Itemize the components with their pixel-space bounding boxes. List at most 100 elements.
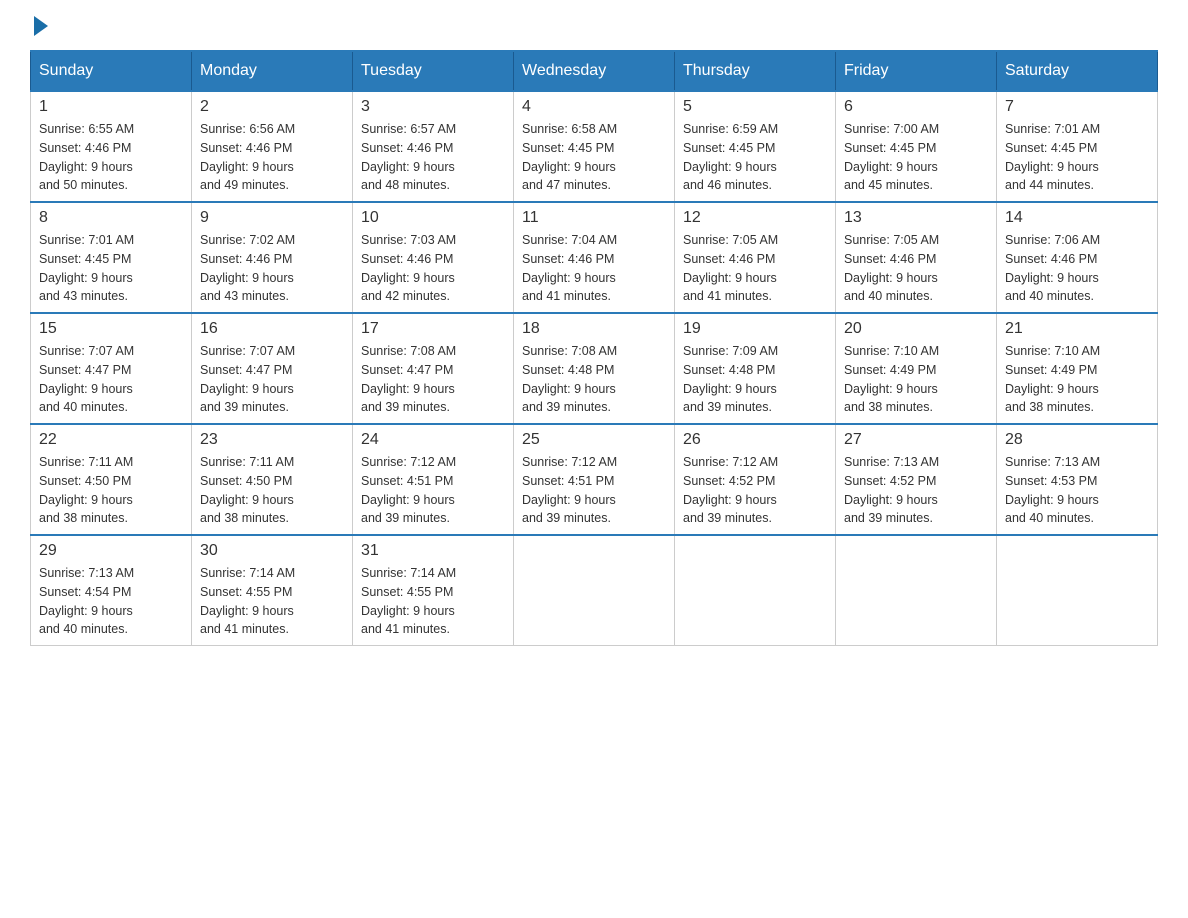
calendar-cell — [836, 535, 997, 646]
day-number: 22 — [39, 431, 183, 449]
calendar-cell — [514, 535, 675, 646]
day-info: Sunrise: 7:05 AMSunset: 4:46 PMDaylight:… — [844, 231, 988, 306]
day-number: 6 — [844, 98, 988, 116]
calendar-cell: 20 Sunrise: 7:10 AMSunset: 4:49 PMDaylig… — [836, 313, 997, 424]
day-number: 19 — [683, 320, 827, 338]
day-info: Sunrise: 7:12 AMSunset: 4:51 PMDaylight:… — [361, 453, 505, 528]
day-info: Sunrise: 7:03 AMSunset: 4:46 PMDaylight:… — [361, 231, 505, 306]
calendar-cell: 4 Sunrise: 6:58 AMSunset: 4:45 PMDayligh… — [514, 91, 675, 202]
day-number: 29 — [39, 542, 183, 560]
day-info: Sunrise: 6:55 AMSunset: 4:46 PMDaylight:… — [39, 120, 183, 195]
day-number: 23 — [200, 431, 344, 449]
weekday-header-row: SundayMondayTuesdayWednesdayThursdayFrid… — [31, 51, 1158, 91]
calendar-cell: 7 Sunrise: 7:01 AMSunset: 4:45 PMDayligh… — [997, 91, 1158, 202]
day-info: Sunrise: 7:08 AMSunset: 4:47 PMDaylight:… — [361, 342, 505, 417]
calendar-cell: 30 Sunrise: 7:14 AMSunset: 4:55 PMDaylig… — [192, 535, 353, 646]
calendar-table: SundayMondayTuesdayWednesdayThursdayFrid… — [30, 50, 1158, 646]
calendar-cell: 13 Sunrise: 7:05 AMSunset: 4:46 PMDaylig… — [836, 202, 997, 313]
calendar-cell: 21 Sunrise: 7:10 AMSunset: 4:49 PMDaylig… — [997, 313, 1158, 424]
day-info: Sunrise: 6:58 AMSunset: 4:45 PMDaylight:… — [522, 120, 666, 195]
day-number: 7 — [1005, 98, 1149, 116]
day-number: 17 — [361, 320, 505, 338]
day-number: 27 — [844, 431, 988, 449]
day-number: 28 — [1005, 431, 1149, 449]
calendar-cell: 2 Sunrise: 6:56 AMSunset: 4:46 PMDayligh… — [192, 91, 353, 202]
weekday-header-tuesday: Tuesday — [353, 51, 514, 91]
day-info: Sunrise: 7:01 AMSunset: 4:45 PMDaylight:… — [39, 231, 183, 306]
day-number: 13 — [844, 209, 988, 227]
calendar-cell: 8 Sunrise: 7:01 AMSunset: 4:45 PMDayligh… — [31, 202, 192, 313]
day-info: Sunrise: 7:06 AMSunset: 4:46 PMDaylight:… — [1005, 231, 1149, 306]
day-info: Sunrise: 7:07 AMSunset: 4:47 PMDaylight:… — [200, 342, 344, 417]
day-number: 15 — [39, 320, 183, 338]
day-number: 2 — [200, 98, 344, 116]
day-info: Sunrise: 7:10 AMSunset: 4:49 PMDaylight:… — [844, 342, 988, 417]
day-number: 11 — [522, 209, 666, 227]
page-header — [30, 20, 1158, 30]
day-number: 12 — [683, 209, 827, 227]
day-number: 18 — [522, 320, 666, 338]
day-info: Sunrise: 7:05 AMSunset: 4:46 PMDaylight:… — [683, 231, 827, 306]
calendar-cell: 31 Sunrise: 7:14 AMSunset: 4:55 PMDaylig… — [353, 535, 514, 646]
day-number: 10 — [361, 209, 505, 227]
day-number: 9 — [200, 209, 344, 227]
calendar-cell: 5 Sunrise: 6:59 AMSunset: 4:45 PMDayligh… — [675, 91, 836, 202]
day-info: Sunrise: 7:10 AMSunset: 4:49 PMDaylight:… — [1005, 342, 1149, 417]
day-info: Sunrise: 7:14 AMSunset: 4:55 PMDaylight:… — [361, 564, 505, 639]
day-info: Sunrise: 7:07 AMSunset: 4:47 PMDaylight:… — [39, 342, 183, 417]
day-info: Sunrise: 7:01 AMSunset: 4:45 PMDaylight:… — [1005, 120, 1149, 195]
calendar-cell: 29 Sunrise: 7:13 AMSunset: 4:54 PMDaylig… — [31, 535, 192, 646]
day-info: Sunrise: 7:13 AMSunset: 4:54 PMDaylight:… — [39, 564, 183, 639]
calendar-cell: 3 Sunrise: 6:57 AMSunset: 4:46 PMDayligh… — [353, 91, 514, 202]
weekday-header-wednesday: Wednesday — [514, 51, 675, 91]
day-number: 31 — [361, 542, 505, 560]
weekday-header-thursday: Thursday — [675, 51, 836, 91]
day-number: 16 — [200, 320, 344, 338]
day-info: Sunrise: 7:12 AMSunset: 4:51 PMDaylight:… — [522, 453, 666, 528]
day-number: 4 — [522, 98, 666, 116]
day-number: 25 — [522, 431, 666, 449]
calendar-cell: 26 Sunrise: 7:12 AMSunset: 4:52 PMDaylig… — [675, 424, 836, 535]
day-info: Sunrise: 7:08 AMSunset: 4:48 PMDaylight:… — [522, 342, 666, 417]
calendar-week-row: 1 Sunrise: 6:55 AMSunset: 4:46 PMDayligh… — [31, 91, 1158, 202]
weekday-header-saturday: Saturday — [997, 51, 1158, 91]
calendar-cell: 23 Sunrise: 7:11 AMSunset: 4:50 PMDaylig… — [192, 424, 353, 535]
day-info: Sunrise: 7:11 AMSunset: 4:50 PMDaylight:… — [200, 453, 344, 528]
calendar-cell: 11 Sunrise: 7:04 AMSunset: 4:46 PMDaylig… — [514, 202, 675, 313]
calendar-cell: 12 Sunrise: 7:05 AMSunset: 4:46 PMDaylig… — [675, 202, 836, 313]
logo-triangle-icon — [34, 16, 48, 36]
day-info: Sunrise: 7:13 AMSunset: 4:53 PMDaylight:… — [1005, 453, 1149, 528]
calendar-cell: 22 Sunrise: 7:11 AMSunset: 4:50 PMDaylig… — [31, 424, 192, 535]
day-number: 21 — [1005, 320, 1149, 338]
day-number: 14 — [1005, 209, 1149, 227]
day-info: Sunrise: 7:12 AMSunset: 4:52 PMDaylight:… — [683, 453, 827, 528]
calendar-cell — [675, 535, 836, 646]
calendar-cell: 25 Sunrise: 7:12 AMSunset: 4:51 PMDaylig… — [514, 424, 675, 535]
calendar-week-row: 22 Sunrise: 7:11 AMSunset: 4:50 PMDaylig… — [31, 424, 1158, 535]
day-number: 20 — [844, 320, 988, 338]
day-number: 24 — [361, 431, 505, 449]
weekday-header-monday: Monday — [192, 51, 353, 91]
day-info: Sunrise: 7:02 AMSunset: 4:46 PMDaylight:… — [200, 231, 344, 306]
day-number: 3 — [361, 98, 505, 116]
calendar-cell: 14 Sunrise: 7:06 AMSunset: 4:46 PMDaylig… — [997, 202, 1158, 313]
day-number: 5 — [683, 98, 827, 116]
weekday-header-sunday: Sunday — [31, 51, 192, 91]
calendar-week-row: 29 Sunrise: 7:13 AMSunset: 4:54 PMDaylig… — [31, 535, 1158, 646]
calendar-week-row: 8 Sunrise: 7:01 AMSunset: 4:45 PMDayligh… — [31, 202, 1158, 313]
calendar-cell: 15 Sunrise: 7:07 AMSunset: 4:47 PMDaylig… — [31, 313, 192, 424]
calendar-cell: 18 Sunrise: 7:08 AMSunset: 4:48 PMDaylig… — [514, 313, 675, 424]
calendar-cell — [997, 535, 1158, 646]
day-info: Sunrise: 7:09 AMSunset: 4:48 PMDaylight:… — [683, 342, 827, 417]
calendar-cell: 10 Sunrise: 7:03 AMSunset: 4:46 PMDaylig… — [353, 202, 514, 313]
day-info: Sunrise: 7:00 AMSunset: 4:45 PMDaylight:… — [844, 120, 988, 195]
day-number: 1 — [39, 98, 183, 116]
calendar-cell: 16 Sunrise: 7:07 AMSunset: 4:47 PMDaylig… — [192, 313, 353, 424]
day-info: Sunrise: 7:04 AMSunset: 4:46 PMDaylight:… — [522, 231, 666, 306]
day-info: Sunrise: 7:13 AMSunset: 4:52 PMDaylight:… — [844, 453, 988, 528]
calendar-cell: 6 Sunrise: 7:00 AMSunset: 4:45 PMDayligh… — [836, 91, 997, 202]
logo — [30, 20, 48, 30]
calendar-cell: 17 Sunrise: 7:08 AMSunset: 4:47 PMDaylig… — [353, 313, 514, 424]
calendar-week-row: 15 Sunrise: 7:07 AMSunset: 4:47 PMDaylig… — [31, 313, 1158, 424]
day-number: 30 — [200, 542, 344, 560]
